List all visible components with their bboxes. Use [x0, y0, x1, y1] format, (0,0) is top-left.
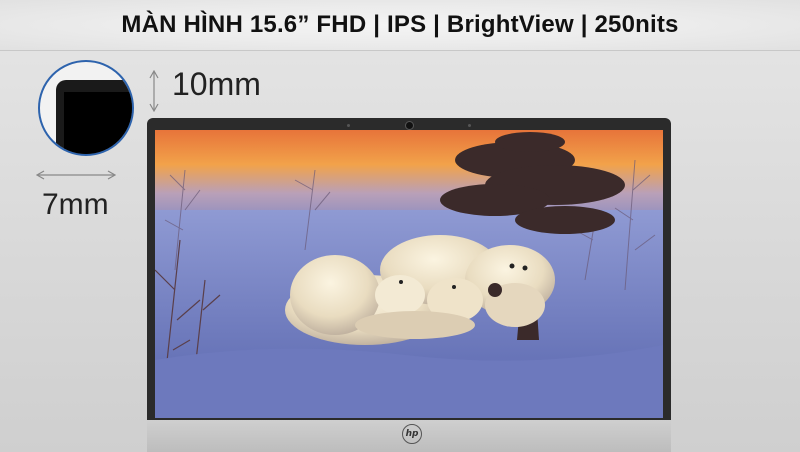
- top-bezel-label: 10mm: [172, 66, 261, 102]
- vertical-dimension-arrow-icon: [149, 70, 159, 112]
- bezel-zoom-circle: [38, 60, 134, 156]
- screen-corner: [64, 92, 132, 154]
- sensor-dot: [468, 124, 471, 127]
- side-bezel-label: 7mm: [42, 188, 109, 221]
- spec-title: MÀN HÌNH 15.6” FHD | IPS | BrightView | …: [121, 11, 679, 38]
- header-banner: MÀN HÌNH 15.6” FHD | IPS | BrightView | …: [0, 0, 800, 51]
- hp-logo-icon: hp: [402, 424, 422, 444]
- webcam-icon: [405, 121, 414, 130]
- display-screen: [155, 130, 663, 418]
- polar-bear-wallpaper: [155, 130, 663, 418]
- horizontal-dimension-arrow-icon: [36, 170, 116, 180]
- sensor-dot: [347, 124, 350, 127]
